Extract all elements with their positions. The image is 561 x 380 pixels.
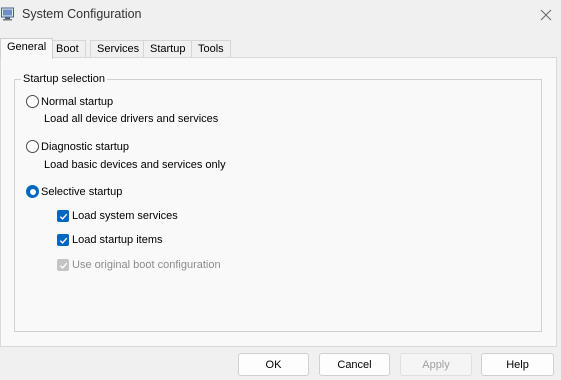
- radio-unchecked-icon: [26, 95, 39, 108]
- load-startup-items-checkbox[interactable]: Load startup items: [57, 234, 163, 246]
- tab-services[interactable]: Services: [90, 40, 147, 58]
- selective-startup-label: Selective startup: [41, 185, 123, 198]
- msconfig-icon: [1, 7, 14, 21]
- use-original-boot-config-checkbox: Use original boot configuration: [57, 259, 221, 271]
- general-tab-panel: Startup selection Normal startup Load al…: [0, 57, 557, 347]
- title-bar: System Configuration: [0, 0, 561, 32]
- radio-unchecked-icon: [26, 140, 39, 153]
- diagnostic-startup-label: Diagnostic startup: [41, 140, 130, 153]
- ok-button[interactable]: OK: [238, 353, 309, 376]
- tab-tools[interactable]: Tools: [191, 40, 231, 58]
- selective-startup-radio[interactable]: Selective startup: [26, 185, 122, 198]
- load-startup-items-label: Load startup items: [72, 234, 163, 246]
- window-title: System Configuration: [22, 7, 142, 21]
- apply-button: Apply: [400, 353, 472, 376]
- checkmark-icon: [57, 210, 69, 222]
- checkmark-icon: [57, 259, 69, 271]
- load-system-services-checkbox[interactable]: Load system services: [57, 210, 178, 222]
- normal-startup-label: Normal startup: [41, 95, 114, 108]
- radio-checked-icon: [26, 185, 39, 198]
- tab-startup[interactable]: Startup: [143, 40, 193, 58]
- startup-selection-label: Startup selection: [21, 73, 107, 85]
- cancel-button[interactable]: Cancel: [319, 353, 390, 376]
- close-icon: [540, 9, 552, 21]
- tab-general[interactable]: General: [0, 38, 54, 59]
- tab-boot[interactable]: Boot: [49, 40, 86, 58]
- diagnostic-startup-radio[interactable]: Diagnostic startup: [26, 140, 129, 153]
- checkmark-icon: [57, 234, 69, 246]
- load-system-services-label: Load system services: [72, 210, 178, 222]
- use-original-boot-config-label: Use original boot configuration: [72, 259, 221, 271]
- startup-selection-group: Startup selection Normal startup Load al…: [14, 73, 542, 332]
- diagnostic-startup-description: Load basic devices and services only: [44, 159, 226, 171]
- help-button[interactable]: Help: [481, 353, 554, 376]
- close-button[interactable]: [531, 0, 561, 30]
- normal-startup-description: Load all device drivers and services: [44, 113, 219, 125]
- normal-startup-radio[interactable]: Normal startup: [26, 95, 113, 108]
